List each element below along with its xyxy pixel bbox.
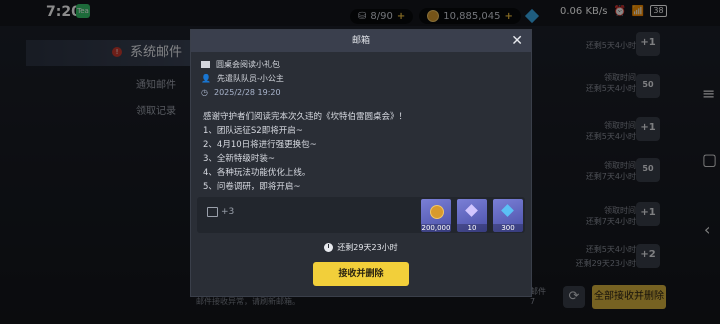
home-icon[interactable]: ▢ bbox=[702, 150, 717, 169]
gem-icon bbox=[524, 8, 539, 24]
refresh-button[interactable]: ⟳ bbox=[563, 286, 585, 308]
wifi-icon: 📶 bbox=[631, 5, 645, 17]
body-line: 感谢守护者们阅读完本次久违的《坎特伯雷圆桌会》！ bbox=[203, 112, 408, 122]
envelope-icon bbox=[201, 60, 210, 68]
reward-item[interactable]: 200,000 bbox=[421, 199, 451, 232]
mail-row[interactable]: 还剩29天23小时 bbox=[530, 258, 670, 288]
battery-icon: 38 bbox=[650, 5, 667, 17]
mail-dialog: 邮箱 ✕ 圆桌会阅读小礼包 👤 先遣队队员-小公主 ◷ 2025/2/28 19… bbox=[190, 29, 532, 297]
close-icon[interactable]: ✕ bbox=[511, 31, 523, 51]
crystal-icon bbox=[465, 204, 478, 217]
add-stamina-button[interactable]: + bbox=[397, 11, 405, 22]
gift-count: +3 bbox=[207, 207, 234, 217]
body-line: 5、问卷调研，即将开启~ bbox=[203, 182, 301, 192]
stamina-display: ⛁ 8/90 + bbox=[350, 8, 414, 24]
dialog-header: 邮箱 ✕ bbox=[191, 30, 531, 52]
back-icon[interactable]: ‹ bbox=[704, 220, 710, 239]
coin-display: 10,885,045 + bbox=[419, 8, 521, 24]
claim-all-button[interactable]: 全部接收并删除 bbox=[592, 285, 666, 309]
timer-icon bbox=[324, 242, 334, 252]
mail-body: 感谢守护者们阅读完本次久违的《坎特伯雷圆桌会》！ 1、团队远征S2即将开启~ 2… bbox=[203, 110, 519, 194]
gift-icon bbox=[207, 207, 218, 217]
app-notification-icon: Tea bbox=[76, 4, 90, 18]
coin-icon bbox=[430, 205, 444, 219]
clock-icon: ◷ bbox=[201, 87, 208, 97]
expire-time: 还剩29天23小时 bbox=[319, 240, 403, 254]
mail-sender: 👤 先遣队队员-小公主 bbox=[201, 73, 284, 83]
alarm-icon: ⏰ bbox=[613, 5, 626, 17]
mail-subject: 圆桌会阅读小礼包 bbox=[201, 57, 280, 71]
tab-claim-history[interactable]: 领取记录 bbox=[26, 102, 190, 117]
mail-reward-badge: +1 bbox=[636, 32, 660, 56]
mail-reward-badge: 50 bbox=[636, 74, 660, 98]
mail-date: ◷ 2025/2/28 19:20 bbox=[201, 87, 281, 97]
user-icon: 👤 bbox=[201, 73, 211, 83]
mail-reward-badge: +1 bbox=[636, 202, 660, 226]
mail-reward-badge: +1 bbox=[636, 117, 660, 141]
body-line: 4、各种玩法功能优化上线。 bbox=[203, 168, 311, 178]
body-line: 2、4月10日将进行强更换包~ bbox=[203, 140, 317, 150]
reward-item[interactable]: 300 bbox=[493, 199, 523, 232]
tab-notice-mail[interactable]: 通知邮件 bbox=[26, 76, 190, 91]
gem-icon bbox=[501, 204, 514, 217]
body-line: 3、全新特级时装~ bbox=[203, 154, 276, 164]
menu-icon[interactable]: ≡ bbox=[702, 84, 715, 103]
tab-system-mail[interactable]: 系统邮件 bbox=[26, 40, 190, 66]
mail-reward-badge: 50 bbox=[636, 158, 660, 182]
body-line: 1、团队远征S2即将开启~ bbox=[203, 126, 303, 136]
net-speed: 0.06 KB/s bbox=[560, 5, 608, 17]
alert-icon: ! bbox=[112, 47, 122, 57]
stamina-icon: ⛁ bbox=[358, 10, 367, 22]
reward-item[interactable]: 10 bbox=[457, 199, 487, 232]
dialog-title: 邮箱 bbox=[351, 36, 370, 46]
attachment-panel: +3 200,000 10 300 bbox=[197, 197, 525, 233]
coin-icon bbox=[427, 10, 440, 22]
add-coin-button[interactable]: + bbox=[505, 11, 513, 22]
receive-delete-button[interactable]: 接收并删除 bbox=[313, 262, 409, 286]
mail-count: 邮件 7 bbox=[530, 287, 546, 306]
footer-info: 邮件接收异常，请刷新邮箱。 bbox=[196, 297, 300, 306]
system-icons: 0.06 KB/s ⏰ 📶 38 bbox=[560, 5, 667, 17]
resource-bar: ⛁ 8/90 + 10,885,045 + bbox=[350, 6, 539, 26]
